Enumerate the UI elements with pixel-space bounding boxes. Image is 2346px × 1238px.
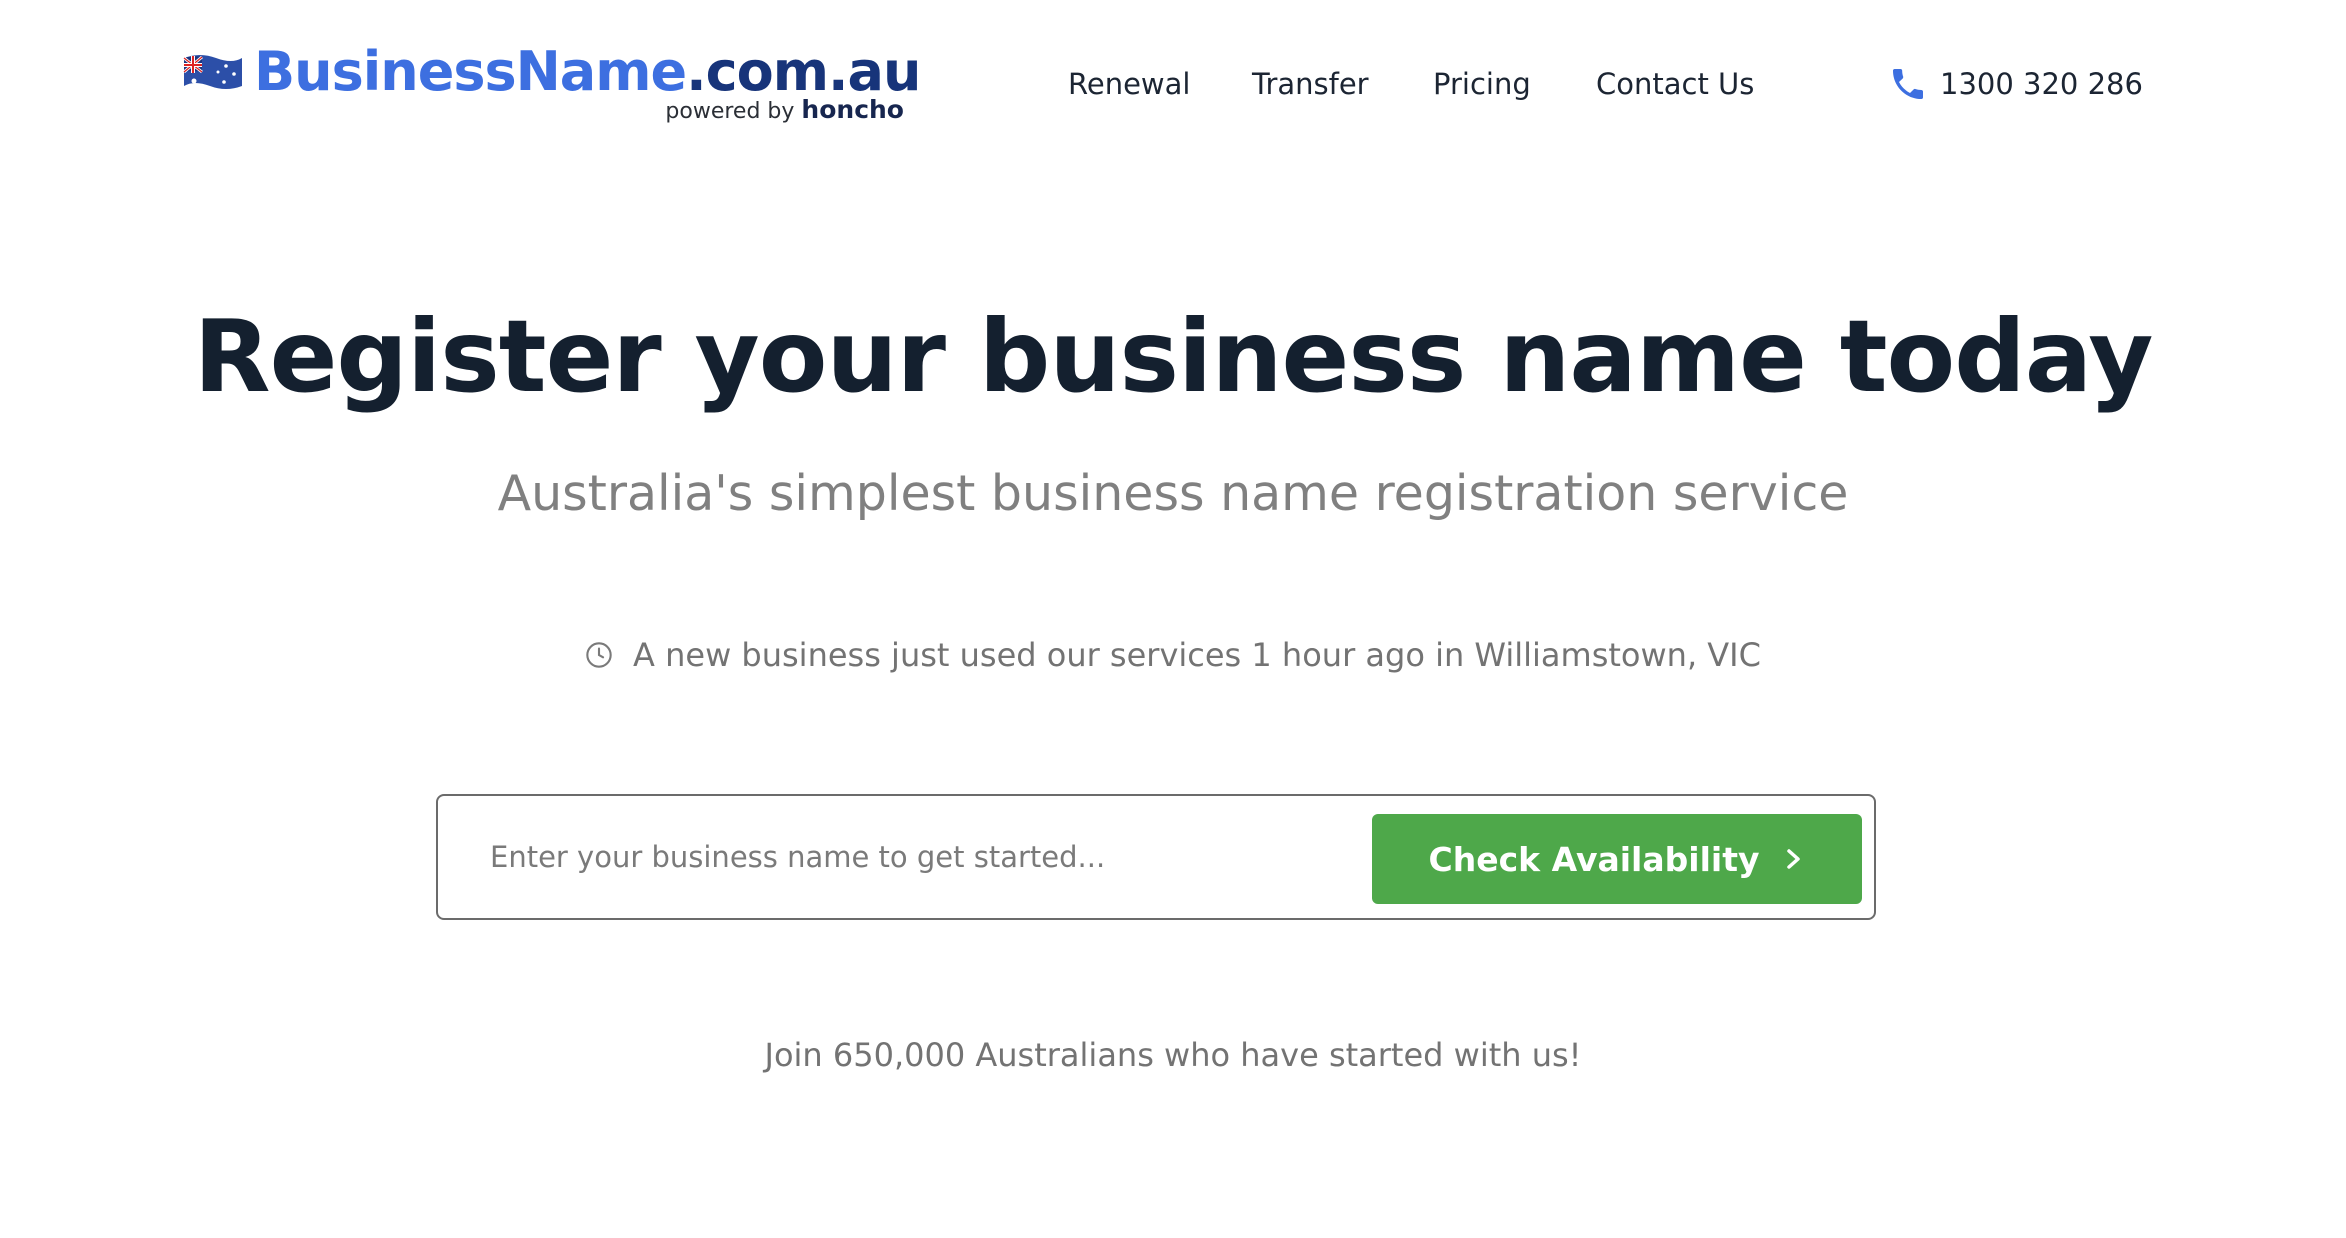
page: BusinessName.com.au powered by honcho Re… — [0, 0, 2346, 1238]
phone-icon — [1893, 69, 1923, 99]
site-logo[interactable]: BusinessName.com.au powered by honcho — [180, 40, 921, 128]
logo-powered-by: powered by — [665, 99, 795, 124]
social-proof-text: Join 650,000 Australians who have starte… — [764, 1036, 1582, 1074]
logo-brand: BusinessName — [254, 40, 687, 103]
activity-text: A new business just used our services 1 … — [633, 636, 1761, 674]
australian-flag-icon — [183, 55, 242, 89]
chevron-right-icon — [1787, 849, 1801, 869]
recent-activity-notice: A new business just used our services 1 … — [0, 636, 2346, 674]
business-name-search: Check Availability — [436, 794, 1876, 920]
nav-pricing[interactable]: Pricing — [1433, 62, 1531, 106]
business-name-input[interactable] — [490, 824, 1330, 890]
logo-tld: .com.au — [686, 40, 921, 103]
logo-partner: honcho — [801, 95, 904, 124]
check-availability-button[interactable]: Check Availability — [1372, 814, 1862, 904]
nav-contact-us[interactable]: Contact Us — [1596, 62, 1754, 106]
logo-tagline: powered by honcho — [665, 96, 904, 126]
phone-number: 1300 320 286 — [1940, 67, 2143, 101]
nav-renewal[interactable]: Renewal — [1068, 62, 1190, 106]
phone-contact[interactable]: 1300 320 286 — [1888, 62, 2143, 106]
clock-icon — [586, 642, 612, 668]
nav-transfer[interactable]: Transfer — [1252, 62, 1369, 106]
page-title: Register your business name today — [193, 298, 2154, 415]
check-availability-label: Check Availability — [1428, 839, 1760, 879]
page-subtitle: Australia's simplest business name regis… — [497, 465, 1849, 522]
